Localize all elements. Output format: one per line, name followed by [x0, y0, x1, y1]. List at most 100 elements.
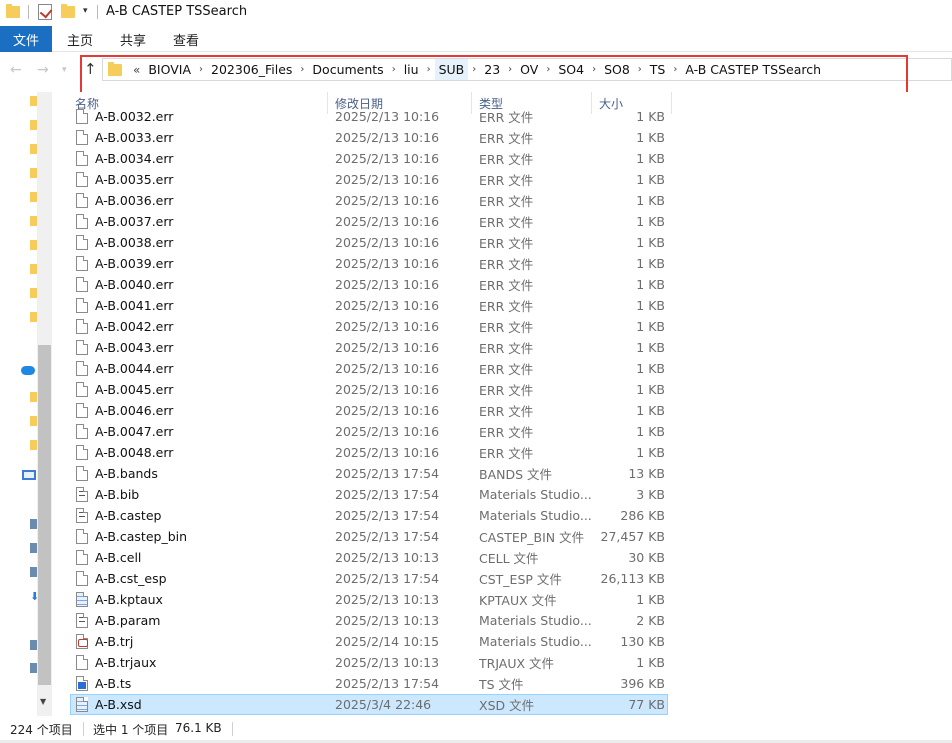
navigation-scrollbar-thumb[interactable]: [38, 345, 51, 685]
folder-icon[interactable]: [30, 120, 37, 130]
file-type: ERR 文件: [479, 362, 534, 377]
folder-icon[interactable]: [30, 264, 37, 274]
file-icon: [76, 403, 88, 418]
file-row[interactable]: A-B.0044.err 2025/2/13 10:16 ERR 文件 1 KB: [70, 358, 668, 379]
file-size: 1 KB: [636, 109, 665, 124]
file-icon: [76, 214, 88, 229]
file-date: 2025/2/14 10:15: [335, 634, 440, 649]
folder-icon[interactable]: [30, 168, 37, 178]
file-row[interactable]: A-B.param 2025/2/13 10:13 Materials Studio…: [70, 610, 668, 631]
file-name: A-B.0046.err: [95, 403, 174, 418]
file-size: 1 KB: [636, 361, 665, 376]
file-row[interactable]: A-B.0035.err 2025/2/13 10:16 ERR 文件 1 KB: [70, 169, 668, 190]
file-row[interactable]: A-B.castep 2025/2/13 17:54 Materials Studi…: [70, 505, 668, 526]
text-file-icon: [76, 613, 88, 628]
file-row[interactable]: A-B.0038.err 2025/2/13 10:16 ERR 文件 1 KB: [70, 232, 668, 253]
file-list[interactable]: ⌃ 名称 修改日期 类型 大小 A-B.0032.err 2025/2/13 10…: [52, 92, 952, 716]
file-date: 2025/2/13 10:16: [335, 424, 440, 439]
properties-icon[interactable]: [38, 4, 52, 20]
xsd-file-icon: [76, 697, 88, 712]
file-size: 1 KB: [636, 277, 665, 292]
file-row[interactable]: A-B.0045.err 2025/2/13 10:16 ERR 文件 1 KB: [70, 379, 668, 400]
tab-share[interactable]: 共享: [120, 26, 146, 52]
file-row[interactable]: A-B.0037.err 2025/2/13 10:16 ERR 文件 1 KB: [70, 211, 668, 232]
file-size: 396 KB: [620, 676, 665, 691]
drive-icon[interactable]: [30, 519, 37, 529]
file-row[interactable]: A-B.castep_bin 2025/2/13 17:54 CASTEP_BIN …: [70, 526, 668, 547]
file-row[interactable]: A-B.trjaux 2025/2/13 10:13 TRJAUX 文件 1 KB: [70, 652, 668, 673]
file-date: 2025/2/13 10:13: [335, 592, 440, 607]
folder-icon[interactable]: [30, 440, 37, 450]
file-row[interactable]: A-B.ts 2025/2/13 17:54 TS 文件 396 KB: [70, 673, 668, 694]
scroll-down-icon[interactable]: ▼: [40, 697, 46, 706]
file-row[interactable]: A-B.trj 2025/2/14 10:15 Materials Studio..…: [70, 631, 668, 652]
file-date: 2025/2/13 10:16: [335, 193, 440, 208]
file-row[interactable]: A-B.0047.err 2025/2/13 10:16 ERR 文件 1 KB: [70, 421, 668, 442]
file-date: 2025/2/13 10:16: [335, 109, 440, 124]
file-row[interactable]: A-B.0048.err 2025/2/13 10:16 ERR 文件 1 KB: [70, 442, 668, 463]
file-size: 1 KB: [636, 298, 665, 313]
divider: [83, 722, 84, 736]
file-size: 2 KB: [636, 613, 665, 628]
file-row[interactable]: A-B.bands 2025/2/13 17:54 BANDS 文件 13 KB: [70, 463, 668, 484]
folder-icon[interactable]: [30, 288, 37, 298]
text-file-icon: [76, 487, 88, 502]
drive-icon[interactable]: [30, 640, 37, 650]
file-icon: [76, 235, 88, 250]
onedrive-icon[interactable]: [21, 366, 35, 375]
file-type: ERR 文件: [479, 341, 534, 356]
file-row[interactable]: A-B.0036.err 2025/2/13 10:16 ERR 文件 1 KB: [70, 190, 668, 211]
file-row[interactable]: A-B.0046.err 2025/2/13 10:16 ERR 文件 1 KB: [70, 400, 668, 421]
file-row[interactable]: A-B.cst_esp 2025/2/13 17:54 CST_ESP 文件 26,1…: [70, 568, 668, 589]
new-folder-icon[interactable]: [61, 4, 75, 18]
file-size: 26,113 KB: [600, 571, 665, 586]
file-name: A-B.bib: [95, 487, 140, 502]
file-type: Materials Studio...: [479, 613, 591, 628]
file-row[interactable]: A-B.0039.err 2025/2/13 10:16 ERR 文件 1 KB: [70, 253, 668, 274]
file-row[interactable]: A-B.0040.err 2025/2/13 10:16 ERR 文件 1 KB: [70, 274, 668, 295]
quick-access-dropdown-icon[interactable]: ▾: [83, 6, 88, 16]
file-row[interactable]: A-B.0043.err 2025/2/13 10:16 ERR 文件 1 KB: [70, 337, 668, 358]
forward-arrow-icon[interactable]: →: [37, 62, 49, 78]
folder-icon[interactable]: [30, 392, 37, 402]
divider: [97, 5, 98, 19]
file-size: 3 KB: [636, 487, 665, 502]
file-row[interactable]: A-B.kptaux 2025/2/13 10:13 KPTAUX 文件 1 KB: [70, 589, 668, 610]
file-row[interactable]: A-B.cell 2025/2/13 10:13 CELL 文件 30 KB: [70, 547, 668, 568]
tab-file[interactable]: 文件: [0, 26, 52, 52]
file-name: A-B.0043.err: [95, 340, 174, 355]
file-date: 2025/2/13 10:16: [335, 235, 440, 250]
folder-icon[interactable]: [30, 192, 37, 202]
folder-icon[interactable]: [30, 416, 37, 426]
this-pc-icon[interactable]: [22, 470, 36, 480]
file-row[interactable]: A-B.0032.err 2025/2/13 10:16 ERR 文件 1 KB: [70, 106, 668, 127]
tab-home[interactable]: 主页: [67, 26, 93, 52]
file-name: A-B.0032.err: [95, 109, 174, 124]
folder-icon[interactable]: [30, 144, 37, 154]
file-row[interactable]: A-B.0042.err 2025/2/13 10:16 ERR 文件 1 KB: [70, 316, 668, 337]
file-date: 2025/2/13 10:16: [335, 319, 440, 334]
file-row[interactable]: A-B.0041.err 2025/2/13 10:16 ERR 文件 1 KB: [70, 295, 668, 316]
file-icon: [76, 109, 88, 124]
drive-icon[interactable]: [30, 543, 37, 553]
folder-icon[interactable]: [30, 216, 37, 226]
file-size: 1 KB: [636, 130, 665, 145]
file-row[interactable]: A-B.0033.err 2025/2/13 10:16 ERR 文件 1 KB: [70, 127, 668, 148]
file-name: A-B.xsd: [95, 697, 142, 712]
file-name: A-B.0042.err: [95, 319, 174, 334]
file-row[interactable]: A-B.0034.err 2025/2/13 10:16 ERR 文件 1 KB: [70, 148, 668, 169]
file-row[interactable]: A-B.bib 2025/2/13 17:54 Materials Studio..…: [70, 484, 668, 505]
folder-icon[interactable]: [30, 96, 37, 106]
folder-icon[interactable]: [30, 312, 37, 322]
network-icon[interactable]: [30, 663, 37, 673]
file-row[interactable]: A-B.xsd 2025/3/4 22:46 XSD 文件 77 KB: [70, 694, 668, 715]
file-type: ERR 文件: [479, 278, 534, 293]
drive-icon[interactable]: [30, 567, 37, 577]
back-arrow-icon[interactable]: ←: [10, 62, 22, 78]
file-name: A-B.trjaux: [95, 655, 157, 670]
file-name: A-B.trj: [95, 634, 134, 649]
folder-icon[interactable]: [30, 240, 37, 250]
recent-dropdown-icon[interactable]: ▾: [62, 65, 67, 75]
divider: [28, 5, 29, 19]
tab-view[interactable]: 查看: [173, 26, 199, 52]
